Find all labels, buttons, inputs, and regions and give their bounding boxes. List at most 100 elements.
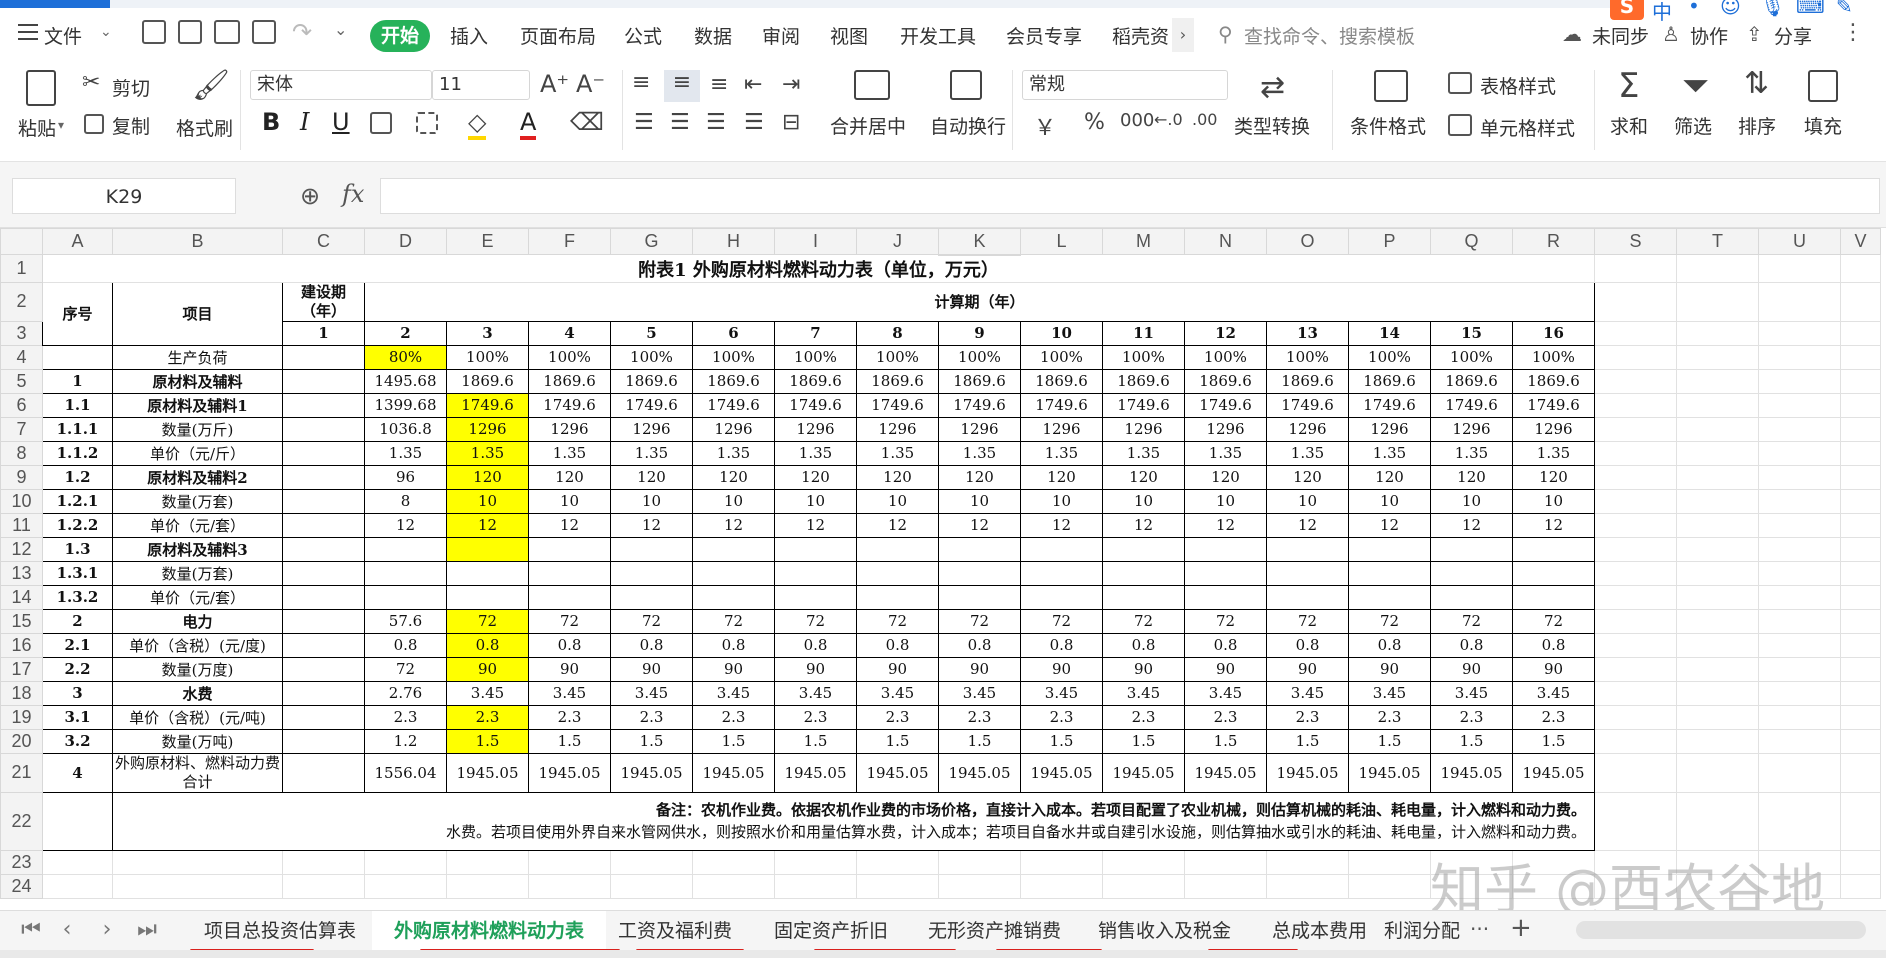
value-cell[interactable]: 100% (1348, 344, 1431, 370)
grid-cell[interactable] (938, 873, 1021, 899)
value-cell[interactable]: 1556.04 (364, 752, 447, 793)
seq-cell[interactable]: 3 (42, 680, 113, 706)
row-header[interactable]: 14 (0, 584, 43, 610)
item-cell[interactable]: 生产负荷 (112, 344, 283, 370)
value-cell[interactable]: 72 (938, 608, 1021, 634)
seq-cell[interactable]: 1.3 (42, 536, 113, 562)
grid-cell[interactable] (1758, 608, 1841, 634)
value-cell[interactable] (1512, 584, 1595, 610)
sheet-tab-amortization[interactable]: 无形资产摊销费 (916, 911, 1073, 951)
grid-cell[interactable] (1594, 416, 1677, 442)
italic-icon[interactable]: I (300, 108, 309, 136)
value-cell[interactable]: 1.5 (692, 728, 775, 754)
column-header[interactable]: E (446, 228, 529, 255)
value-cell[interactable] (364, 536, 447, 562)
value-cell[interactable]: 0.8 (364, 632, 447, 658)
sheet-tab-wages[interactable]: 工资及福利费 (604, 911, 746, 951)
grid-cell[interactable] (1676, 560, 1759, 586)
value-cell[interactable]: 72 (1020, 608, 1103, 634)
grid-cell[interactable] (1840, 344, 1881, 370)
add-sheet-button[interactable]: + (1510, 913, 1532, 943)
grid-cell[interactable] (1840, 680, 1881, 706)
ime-mode-label[interactable]: 中 (1652, 0, 1672, 25)
value-cell[interactable]: 0.8 (1102, 632, 1185, 658)
value-cell[interactable]: 2.3 (774, 704, 857, 730)
quick-access-dropdown-icon[interactable]: ⌄ (334, 20, 347, 39)
grid-cell[interactable] (1676, 680, 1759, 706)
value-cell[interactable]: 100% (1020, 344, 1103, 370)
grid-cell[interactable] (1676, 464, 1759, 490)
header-calc-period[interactable]: 计算期（年） (364, 281, 1595, 322)
value-cell[interactable]: 10 (610, 488, 693, 514)
grid-cell[interactable] (774, 849, 857, 875)
value-cell[interactable]: 1.35 (610, 440, 693, 466)
grid-cell[interactable] (1840, 849, 1881, 875)
value-cell[interactable]: 1945.05 (1348, 752, 1431, 793)
decrease-font-icon[interactable]: A⁻ (576, 70, 605, 98)
year-cell[interactable]: 1 (282, 320, 365, 346)
grid-cell[interactable] (610, 849, 693, 875)
row-header[interactable]: 16 (0, 632, 43, 658)
value-cell[interactable]: 1.35 (1020, 440, 1103, 466)
value-cell[interactable] (446, 560, 529, 586)
column-header[interactable]: G (610, 228, 693, 255)
value-cell[interactable] (1020, 584, 1103, 610)
grid-cell[interactable] (1840, 464, 1881, 490)
seq-cell[interactable] (42, 344, 113, 370)
grid-cell[interactable] (1676, 791, 1759, 851)
grid-cell[interactable] (1758, 704, 1841, 730)
value-cell[interactable] (1348, 560, 1431, 586)
value-cell[interactable]: 1749.6 (446, 392, 529, 418)
value-cell[interactable]: 1869.6 (856, 368, 939, 394)
seq-cell[interactable]: 1 (42, 368, 113, 394)
value-cell[interactable]: 1296 (1266, 416, 1349, 442)
value-cell[interactable]: 1869.6 (1430, 368, 1513, 394)
more-options-icon[interactable]: ⋮ (1842, 20, 1864, 45)
grid-cell[interactable] (1758, 368, 1841, 394)
construction-cell[interactable] (282, 728, 365, 754)
value-cell[interactable]: 1.35 (1348, 440, 1431, 466)
value-cell[interactable]: 3.45 (1512, 680, 1595, 706)
value-cell[interactable]: 1945.05 (1184, 752, 1267, 793)
row-header[interactable]: 5 (0, 368, 43, 394)
value-cell[interactable]: 100% (446, 344, 529, 370)
note-blank-cell[interactable] (42, 791, 113, 851)
value-cell[interactable]: 1.5 (1430, 728, 1513, 754)
align-top-icon[interactable]: ≡ (632, 70, 650, 95)
paste-dropdown-icon[interactable]: ▾ (58, 118, 64, 132)
value-cell[interactable]: 1945.05 (528, 752, 611, 793)
value-cell[interactable]: 0.8 (528, 632, 611, 658)
zoom-search-icon[interactable]: ⊕ (300, 182, 320, 210)
value-cell[interactable] (692, 560, 775, 586)
value-cell[interactable]: 10 (938, 488, 1021, 514)
more-tabs-arrow-icon[interactable]: › (1172, 18, 1194, 52)
value-cell[interactable]: 72 (1102, 608, 1185, 634)
value-cell[interactable]: 1036.8 (364, 416, 447, 442)
grid-cell[interactable] (1758, 320, 1841, 346)
value-cell[interactable] (446, 584, 529, 610)
value-cell[interactable]: 1296 (856, 416, 939, 442)
row-header[interactable]: 9 (0, 464, 43, 490)
row-header[interactable]: 13 (0, 560, 43, 586)
value-cell[interactable]: 1.35 (364, 440, 447, 466)
construction-cell[interactable] (282, 704, 365, 730)
seq-cell[interactable]: 2 (42, 608, 113, 634)
value-cell[interactable]: 12 (774, 512, 857, 538)
grid-cell[interactable] (446, 849, 529, 875)
grid-cell[interactable] (1676, 728, 1759, 754)
value-cell[interactable]: 1296 (1184, 416, 1267, 442)
ime-emoji-icon[interactable]: ☺ (1720, 0, 1741, 18)
value-cell[interactable] (856, 584, 939, 610)
value-cell[interactable] (1430, 560, 1513, 586)
grid-cell[interactable] (1840, 560, 1881, 586)
seq-cell[interactable]: 1.1.1 (42, 416, 113, 442)
value-cell[interactable]: 1296 (774, 416, 857, 442)
item-cell[interactable]: 数量(万度) (112, 656, 283, 682)
value-cell[interactable]: 1749.6 (1266, 392, 1349, 418)
align-left-icon[interactable]: ☰ (634, 110, 654, 135)
grid-cell[interactable] (1594, 608, 1677, 634)
construction-cell[interactable] (282, 488, 365, 514)
grid-cell[interactable] (1102, 849, 1185, 875)
value-cell[interactable]: 1945.05 (1512, 752, 1595, 793)
grid-cell[interactable] (856, 849, 939, 875)
